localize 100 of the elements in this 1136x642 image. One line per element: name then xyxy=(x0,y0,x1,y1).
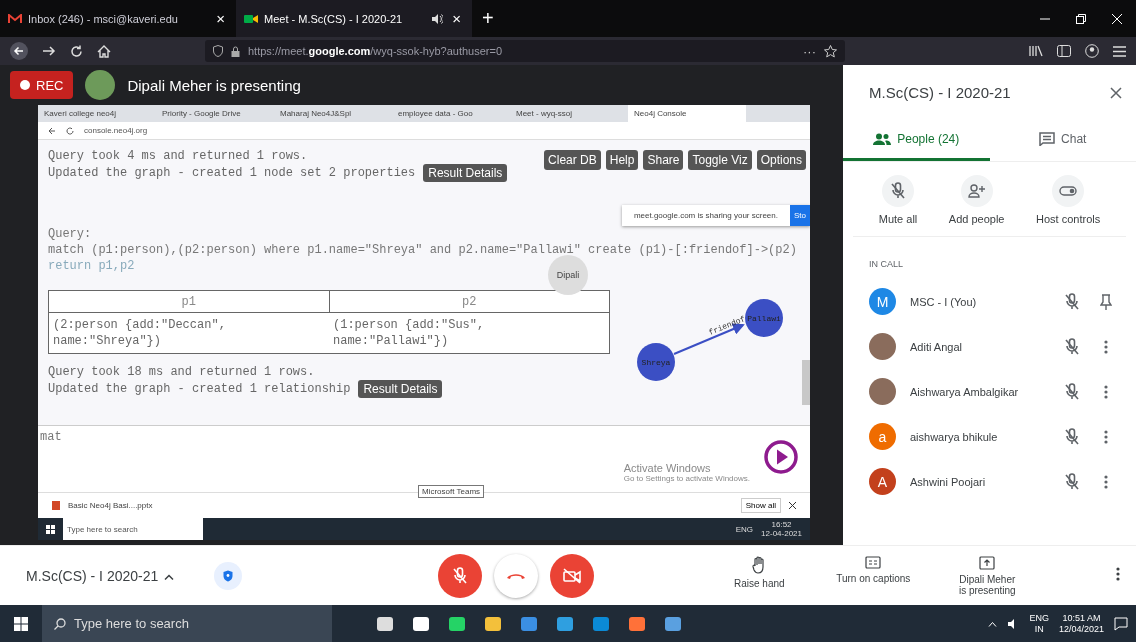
close-icon[interactable] xyxy=(1110,86,1122,99)
activation-watermark: Activate Windows xyxy=(623,462,712,474)
speaker-icon[interactable] xyxy=(431,13,444,24)
account-icon[interactable] xyxy=(1085,44,1099,58)
url-text: console.neo4j.org xyxy=(84,126,148,135)
panel-action-button[interactable]: Mute all xyxy=(872,174,924,226)
table-cell: (2:person {add:"Deccan", name:"Shreya"}) xyxy=(48,312,329,354)
avatar-icon: A xyxy=(869,468,896,495)
browser-tab[interactable]: Maharaj Neo4J&Spl xyxy=(274,105,392,122)
query-input[interactable]: mat xyxy=(40,430,100,444)
language-indicator: ENG xyxy=(735,524,754,534)
meeting-action-button[interactable]: Raise hand xyxy=(714,554,805,597)
panel-title: M.Sc(CS) - I 2020-21 xyxy=(869,84,1011,101)
windows-icon[interactable] xyxy=(46,524,55,534)
clock-date: 12/04/2021 xyxy=(1058,623,1104,635)
caret-up-icon[interactable] xyxy=(988,620,998,627)
table-cell: (1:person {add:"Sus", name:"Pallawi"}) xyxy=(329,312,610,354)
windows-icon[interactable] xyxy=(14,616,28,631)
tooltip: Microsoft Teams xyxy=(418,485,485,498)
panel-tab[interactable]: Chat xyxy=(989,120,1136,161)
reload-icon[interactable] xyxy=(66,126,74,135)
tab-close-button[interactable]: × xyxy=(213,10,228,27)
participant-name: Aditi Angal xyxy=(910,340,963,353)
meeting-name: M.Sc(CS) - I 2020-21 xyxy=(26,567,159,584)
new-tab-button[interactable]: + xyxy=(472,7,504,30)
avatar-icon: a xyxy=(869,423,896,450)
toolbar-button[interactable]: Help xyxy=(605,150,639,170)
clock-date: 12-04-2021 xyxy=(761,529,802,538)
play-icon[interactable] xyxy=(764,440,798,474)
forward-icon[interactable] xyxy=(42,45,56,57)
add-person-icon xyxy=(967,184,986,198)
region-indicator: IN xyxy=(1034,623,1044,635)
avatar-icon: M xyxy=(869,288,896,315)
panel-action-button[interactable]: Host controls xyxy=(1030,174,1107,226)
security-button[interactable] xyxy=(214,561,243,590)
pin-icon[interactable] xyxy=(1100,293,1112,310)
mic-off-icon xyxy=(452,566,469,585)
sidebar-icon[interactable] xyxy=(1057,45,1071,57)
recording-badge: REC xyxy=(10,71,74,99)
toolbar-button[interactable]: Share xyxy=(643,150,684,170)
panel-tab[interactable]: People (24) xyxy=(843,120,990,161)
caret-up-icon xyxy=(164,574,175,580)
toolbar-button[interactable]: Options xyxy=(756,150,806,170)
download-item[interactable]: Basic Neo4j Basi....pptx xyxy=(68,501,153,510)
toolbar-button[interactable]: Clear DB xyxy=(544,150,601,170)
people-icon xyxy=(873,133,892,145)
page-actions-button[interactable]: ··· xyxy=(803,43,816,59)
restore-icon[interactable] xyxy=(1076,13,1086,24)
camera-off-icon xyxy=(563,567,582,584)
column-header[interactable]: p2 xyxy=(329,290,610,313)
search-field[interactable]: Type here to search xyxy=(42,605,332,642)
activation-watermark: Go to Settings to activate Windows. xyxy=(623,474,750,483)
result-details-button[interactable]: Result Details xyxy=(423,164,508,182)
browser-tab[interactable]: Inbox (246) - msci@kaveri.edu × xyxy=(0,0,236,37)
toolbar-button[interactable]: Toggle Viz xyxy=(688,150,752,170)
more-options-icon[interactable] xyxy=(1104,339,1108,354)
language-indicator: ENG xyxy=(1029,612,1049,624)
more-options-icon xyxy=(1116,567,1120,581)
meeting-action-button[interactable]: Dipali Meher is presenting xyxy=(942,554,1033,597)
clock-time: 10:51 AM xyxy=(1062,612,1101,624)
browser-tab[interactable]: Kaveri college neo4j xyxy=(38,105,156,122)
presenter-label: Dipali Meher is presenting xyxy=(127,76,301,94)
meeting-action-button[interactable]: Turn on captions xyxy=(828,554,919,597)
browser-tab[interactable]: Meet - M.Sc(CS) - I 2020-21 × xyxy=(236,0,472,37)
show-all-button[interactable]: Show all xyxy=(740,498,781,513)
participant-name: MSC - I (You) xyxy=(910,295,978,308)
column-header[interactable]: p1 xyxy=(48,290,329,313)
address-bar[interactable]: https://meet.google.com/wyq-ssok-hyb?authuser=0 ··· xyxy=(205,40,845,62)
panel-action-button[interactable]: Add people xyxy=(942,174,1011,226)
star-icon[interactable] xyxy=(824,44,837,58)
back-icon[interactable] xyxy=(48,126,56,135)
back-icon[interactable] xyxy=(10,42,28,60)
tab-close-button[interactable]: × xyxy=(449,10,464,27)
browser-tab[interactable]: employee data - Goo xyxy=(392,105,510,122)
avatar-photo xyxy=(869,378,896,405)
browser-tab[interactable]: Priority - Google Drive xyxy=(156,105,274,122)
hand-icon xyxy=(752,555,767,574)
captions-icon xyxy=(865,555,882,569)
browser-tab[interactable]: Meet - wyq-ssoj xyxy=(510,105,628,122)
menu-icon[interactable] xyxy=(1113,45,1126,57)
stop-sharing-button[interactable]: Sto xyxy=(790,205,810,226)
viewer-avatar: Dipali xyxy=(548,255,588,295)
console-output: Query took 18 ms and returned 1 rows. xyxy=(48,364,315,380)
query-text: match (p1:person),(p2:person) where p1.name="Shreya" and p2.name="Pallawi" create (p1)-[:friendof]->(p2) xyxy=(48,242,797,258)
home-icon[interactable] xyxy=(97,44,111,58)
more-options-icon[interactable] xyxy=(1104,474,1108,489)
library-icon[interactable] xyxy=(1029,45,1043,57)
console-output: Updated the graph - created 1 relationship xyxy=(48,381,351,397)
search-field[interactable]: Type here to search xyxy=(63,518,203,540)
result-details-button[interactable]: Result Details xyxy=(358,380,443,398)
notification-icon[interactable] xyxy=(1114,616,1128,631)
shield-icon xyxy=(213,45,223,57)
more-options-icon[interactable] xyxy=(1104,384,1108,399)
browser-tab[interactable]: Neo4j Console xyxy=(628,105,746,122)
lock-icon xyxy=(231,45,240,57)
more-options-icon[interactable] xyxy=(1104,429,1108,444)
scrollbar-thumb[interactable] xyxy=(802,360,810,405)
video-camera-icon xyxy=(244,13,258,24)
participant-name: Ashwini Poojari xyxy=(910,475,987,488)
close-icon[interactable] xyxy=(789,502,796,509)
